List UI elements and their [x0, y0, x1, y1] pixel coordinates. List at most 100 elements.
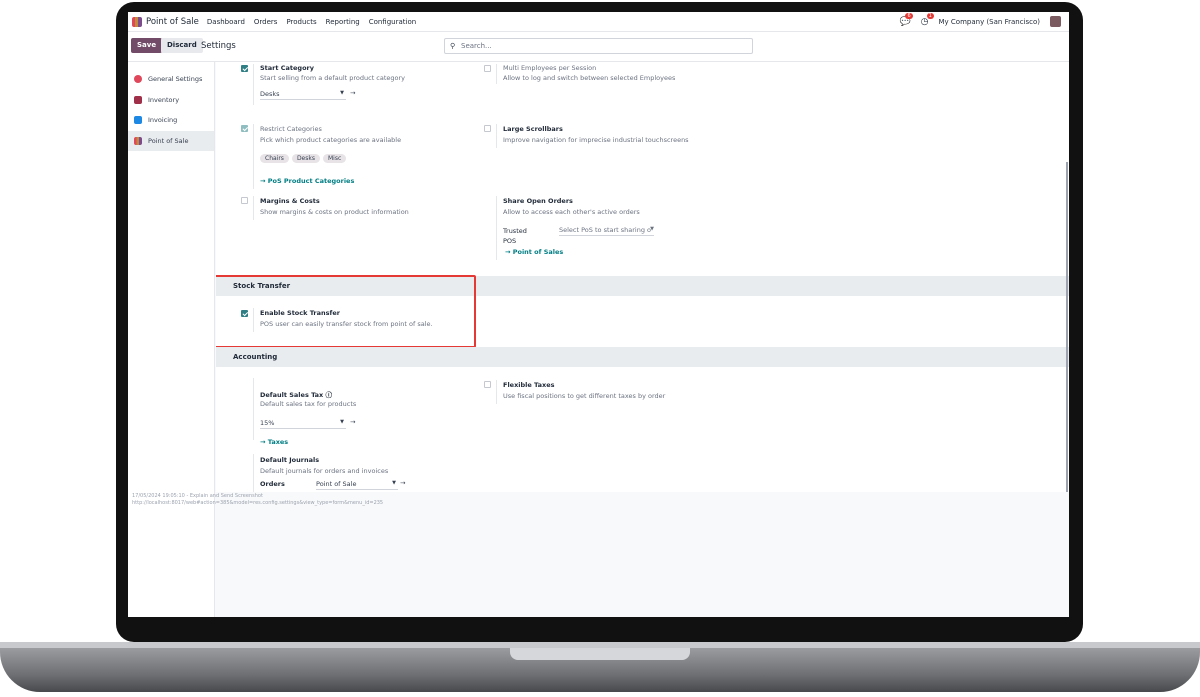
- sales-tax-select[interactable]: 15% ▼: [260, 419, 346, 429]
- start-category-checkbox[interactable]: [241, 65, 248, 72]
- divider: [253, 64, 254, 105]
- sidebar-item-point-of-sale[interactable]: Point of Sale: [128, 130, 214, 151]
- discard-button[interactable]: Discard: [161, 38, 203, 53]
- divider: [496, 124, 497, 148]
- point-of-sales-link[interactable]: → Point of Sales: [505, 248, 563, 256]
- margins-costs-title: Margins & Costs: [260, 197, 320, 205]
- search-placeholder: Search...: [461, 42, 492, 50]
- category-tags[interactable]: Chairs Desks Misc: [260, 154, 349, 163]
- avatar[interactable]: [1050, 16, 1061, 27]
- start-category-desc: Start selling from a default product cat…: [260, 74, 406, 82]
- footer-timestamp: 17/05/2024 19:05:10 - Explain and Send S…: [132, 493, 263, 499]
- company-switcher[interactable]: My Company (San Francisco): [939, 18, 1040, 26]
- orders-journal-label: Orders: [260, 480, 285, 488]
- flexible-taxes-desc: Use fiscal positions to get different ta…: [503, 392, 666, 400]
- sidebar-label: Inventory: [148, 95, 180, 104]
- link-label: PoS Product Categories: [267, 177, 355, 185]
- flexible-taxes-checkbox[interactable]: [484, 381, 491, 388]
- page-title: Settings: [201, 41, 236, 51]
- control-panel: Save Discard Settings ⚲ Search...: [128, 32, 1069, 62]
- share-orders-title: Share Open Orders: [503, 197, 573, 205]
- navbar: Point of Sale Dashboard Orders Products …: [128, 12, 1069, 32]
- link-label: Taxes: [267, 438, 289, 446]
- section-accounting: Accounting: [216, 347, 1069, 367]
- info-icon[interactable]: ⓘ: [326, 391, 333, 399]
- app-menu[interactable]: Point of Sale: [132, 16, 199, 27]
- default-journals-desc: Default journals for orders and invoices: [260, 467, 389, 475]
- tag-desks[interactable]: Desks: [291, 154, 320, 163]
- start-category-select[interactable]: Desks ▼: [260, 90, 346, 100]
- settings-main: Start Category Start selling from a defa…: [216, 62, 1069, 492]
- taxes-link[interactable]: → Taxes: [260, 438, 288, 446]
- large-scrollbars-checkbox[interactable]: [484, 125, 491, 132]
- screen: Point of Sale Dashboard Orders Products …: [128, 12, 1069, 617]
- restrict-categories-checkbox[interactable]: [241, 125, 248, 132]
- menu-orders[interactable]: Orders: [254, 18, 278, 26]
- sidebar: General Settings Inventory Invoicing Poi…: [128, 62, 215, 617]
- menu-reporting[interactable]: Reporting: [326, 18, 360, 26]
- laptop-notch: [510, 648, 690, 660]
- start-category-title: Start Category: [260, 64, 314, 72]
- divider: [253, 454, 254, 492]
- menu-configuration[interactable]: Configuration: [369, 18, 416, 26]
- sidebar-item-inventory[interactable]: Inventory: [128, 90, 214, 111]
- restrict-categories-desc: Pick which product categories are availa…: [260, 136, 402, 144]
- tag-misc[interactable]: Misc: [322, 154, 347, 163]
- arrow-right-icon[interactable]: →: [350, 418, 355, 426]
- default-sales-tax-desc: Default sales tax for products: [260, 400, 357, 408]
- arrow-right-icon[interactable]: →: [350, 89, 355, 97]
- invoicing-icon: [134, 116, 142, 125]
- divider: [253, 196, 254, 220]
- messages-icon[interactable]: 💬 6: [899, 12, 913, 27]
- menu-products[interactable]: Products: [286, 18, 316, 26]
- divider: [496, 64, 497, 84]
- multi-employees-checkbox[interactable]: [484, 65, 491, 72]
- pos-icon: [134, 136, 142, 145]
- screenshot-footer: 17/05/2024 19:05:10 - Explain and Send S…: [132, 493, 383, 507]
- highlight-box: [216, 275, 476, 348]
- orders-journal-value: Point of Sale: [316, 480, 357, 488]
- restrict-categories-title: Restrict Categories: [260, 125, 322, 133]
- divider: [496, 380, 497, 404]
- large-scrollbars-title: Large Scrollbars: [503, 125, 563, 133]
- multi-employees-title: Multi Employees per Session: [503, 64, 597, 72]
- flexible-taxes-title: Flexible Taxes: [503, 381, 555, 389]
- margins-costs-checkbox[interactable]: [241, 197, 248, 204]
- menu-dashboard[interactable]: Dashboard: [207, 18, 245, 26]
- footer-url: http://localhost:8017/web#action=385&mod…: [132, 500, 384, 506]
- search-icon: ⚲: [450, 42, 456, 50]
- sidebar-label: Point of Sale: [148, 136, 189, 145]
- messages-count: 6: [905, 12, 913, 19]
- settings-icon: [134, 75, 142, 84]
- app-name: Point of Sale: [146, 16, 199, 27]
- large-scrollbars-desc: Improve navigation for imprecise industr…: [503, 136, 689, 144]
- sidebar-item-general-settings[interactable]: General Settings: [128, 69, 214, 90]
- trusted-pos-select[interactable]: Select PoS to start sharing o ▼: [559, 226, 654, 236]
- default-sales-tax-title: Default Sales Tax ⓘ: [260, 389, 332, 399]
- margins-costs-desc: Show margins & costs on product informat…: [260, 208, 409, 216]
- sidebar-item-invoicing[interactable]: Invoicing: [128, 110, 214, 131]
- arrow-right-icon[interactable]: →: [400, 479, 405, 487]
- scrollbar[interactable]: [1066, 162, 1068, 492]
- search-input[interactable]: ⚲ Search...: [444, 38, 753, 54]
- default-journals-title: Default Journals: [260, 456, 320, 464]
- inventory-icon: [134, 95, 142, 104]
- multi-employees-desc: Allow to log and switch between selected…: [503, 74, 676, 82]
- share-orders-desc: Allow to access each other's active orde…: [503, 208, 640, 216]
- link-label: Point of Sales: [512, 248, 564, 256]
- save-button[interactable]: Save: [131, 38, 163, 53]
- pos-logo-icon: [132, 16, 142, 27]
- start-category-value: Desks: [260, 90, 280, 98]
- divider: [253, 378, 254, 440]
- trusted-pos-label: Trusted POS: [503, 227, 527, 245]
- activities-icon[interactable]: ◷ 1: [921, 12, 934, 27]
- sidebar-label: Invoicing: [148, 116, 178, 125]
- sidebar-label: General Settings: [148, 75, 203, 84]
- orders-journal-select[interactable]: Point of Sale ▼: [316, 480, 398, 490]
- tag-chairs[interactable]: Chairs: [260, 154, 289, 163]
- trusted-pos-placeholder: Select PoS to start sharing o: [559, 226, 652, 234]
- divider: [496, 196, 497, 260]
- title-text: Default Sales Tax: [260, 391, 324, 399]
- pos-product-categories-link[interactable]: → PoS Product Categories: [260, 177, 354, 185]
- divider: [253, 124, 254, 189]
